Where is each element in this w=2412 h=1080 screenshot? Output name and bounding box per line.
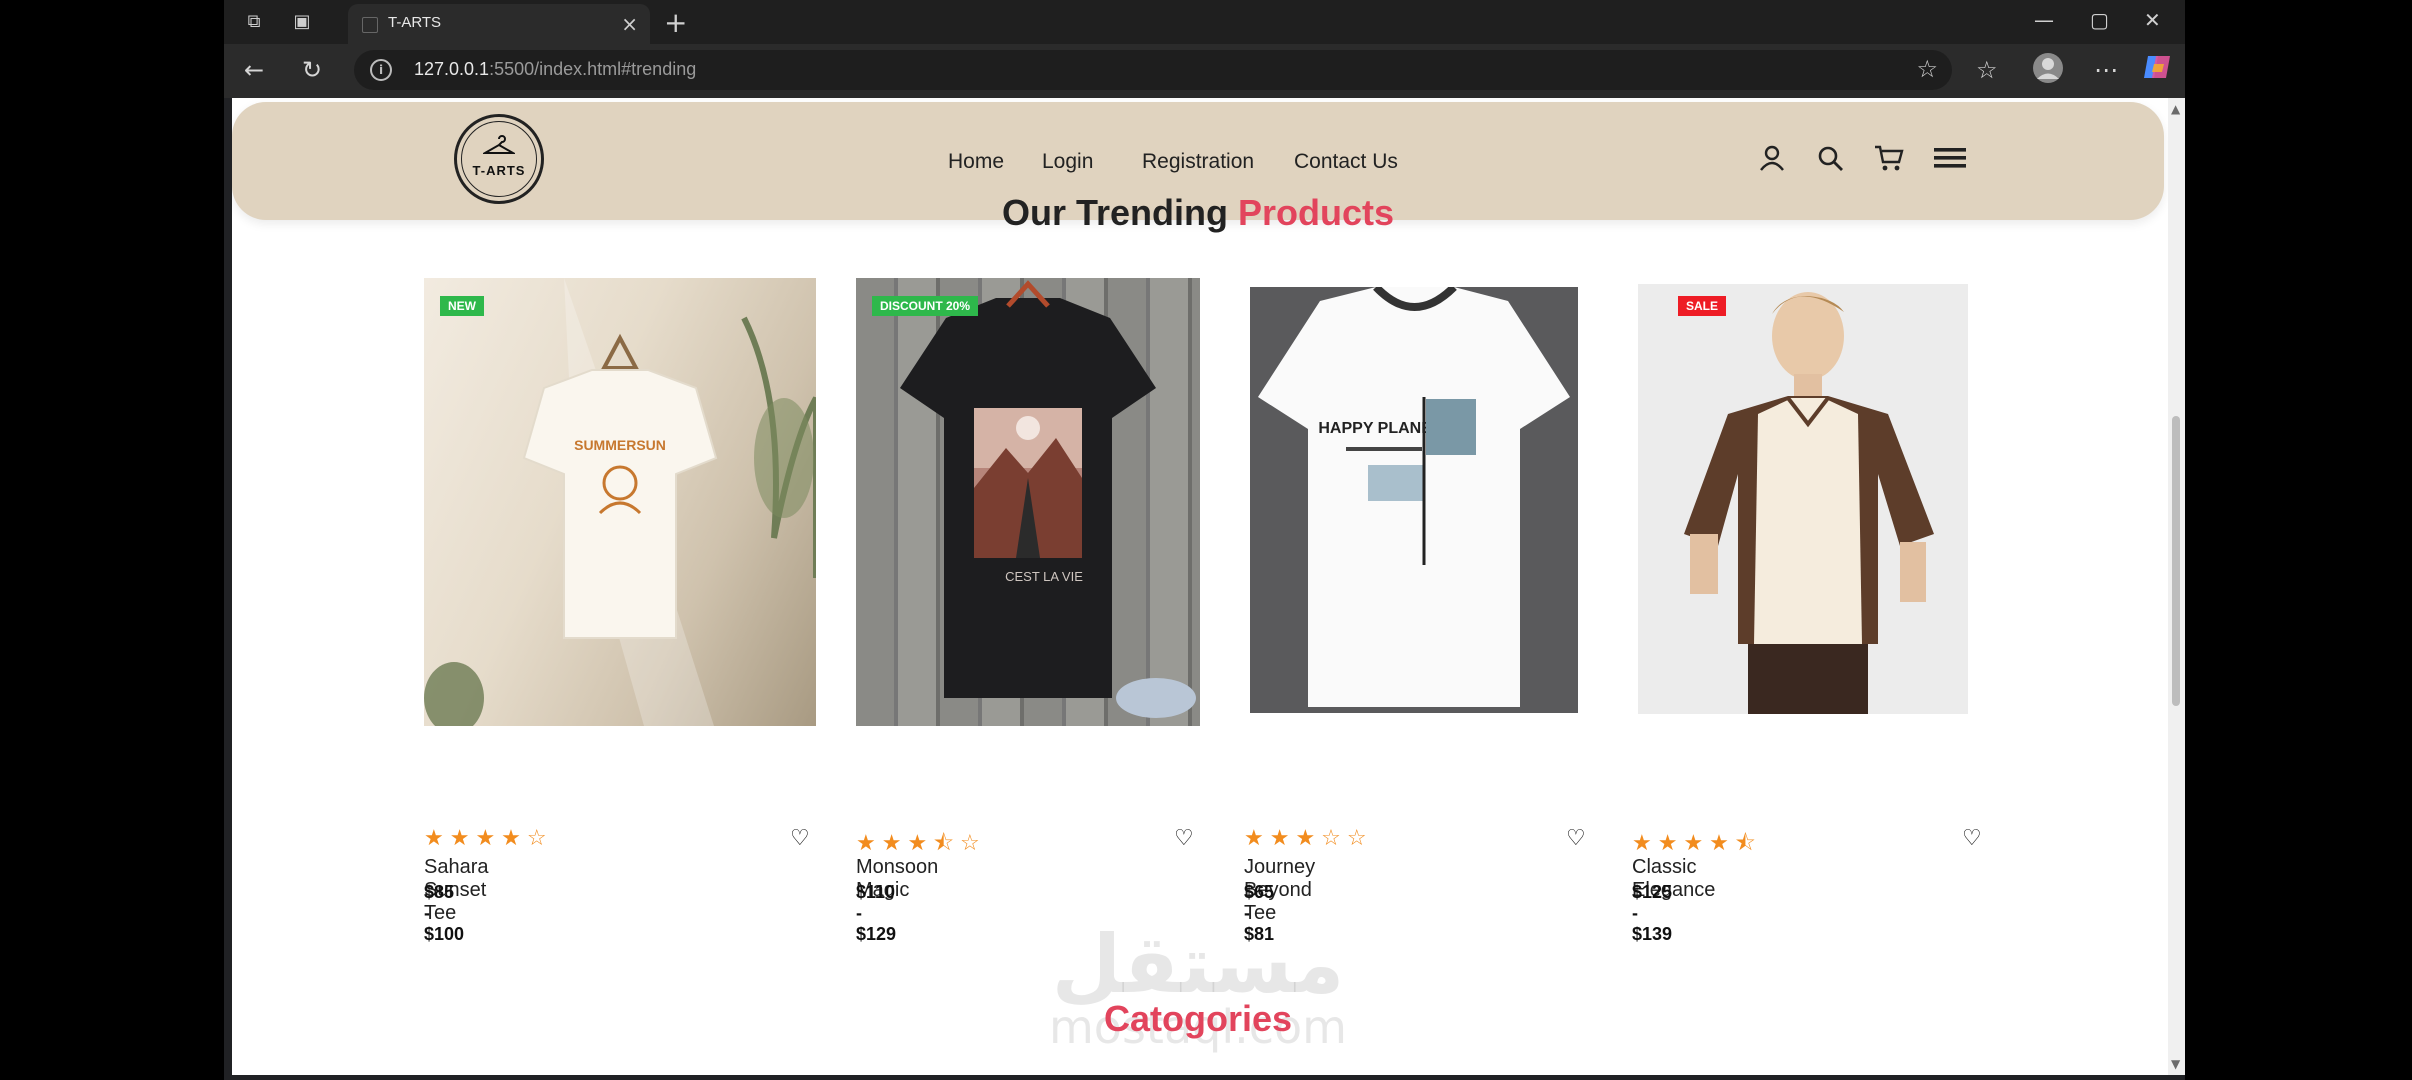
logo-text: T-ARTS: [472, 163, 526, 178]
tab-strip: ⧉ ▣ T-ARTS × + — ▢ ✕: [224, 0, 2185, 44]
tee-print-text: CEST LA VIE: [1005, 569, 1083, 584]
trending-section-title: Our Trending Products: [232, 192, 2164, 234]
nav-login[interactable]: Login: [1042, 150, 1093, 174]
categories-section-title: Catogories: [232, 998, 2164, 1040]
back-icon[interactable]: ←: [244, 56, 264, 84]
refresh-icon[interactable]: ↻: [302, 56, 322, 84]
wishlist-heart-icon[interactable]: ♡: [1174, 826, 1194, 851]
more-menu-icon[interactable]: ⋯: [2094, 56, 2118, 84]
product-image[interactable]: SUMMERSUN NEW: [424, 278, 816, 726]
star-rating: ★★★★☆: [424, 826, 553, 851]
hamburger-menu-icon[interactable]: [1934, 144, 1966, 176]
profile-avatar-icon[interactable]: [2032, 52, 2064, 90]
scroll-thumb[interactable]: [2172, 416, 2180, 706]
close-window-icon[interactable]: ✕: [2144, 8, 2161, 32]
browser-toolbar: ← ↻ i 127.0.0.1:5500/index.html#trending…: [224, 44, 2185, 98]
product-badge: NEW: [440, 296, 484, 316]
minimize-icon[interactable]: —: [2034, 8, 2054, 32]
address-bar[interactable]: i 127.0.0.1:5500/index.html#trending ☆: [354, 50, 1952, 90]
page-scrollbar[interactable]: ▲ ▼: [2168, 98, 2185, 1075]
nav-home[interactable]: Home: [948, 150, 1004, 174]
trending-title-accent: Products: [1238, 192, 1395, 233]
tee-print-text: SUMMERSUN: [574, 437, 666, 453]
restore-icon[interactable]: ▢: [2090, 8, 2109, 32]
favorites-icon[interactable]: ☆: [1976, 56, 1998, 84]
wishlist-heart-icon[interactable]: ♡: [1962, 826, 1982, 851]
url-path: :5500/index.html#trending: [489, 59, 697, 79]
browser-window: ⧉ ▣ T-ARTS × + — ▢ ✕ ← ↻ i 127.0.0.1:550…: [224, 0, 2185, 1080]
copilot-icon[interactable]: [2142, 52, 2172, 88]
nav-contact-us[interactable]: Contact Us: [1294, 150, 1398, 174]
cart-icon[interactable]: [1874, 144, 1904, 176]
scroll-down-arrow-icon[interactable]: ▼: [2171, 1057, 2180, 1071]
user-icon[interactable]: [1758, 144, 1786, 176]
close-tab-icon[interactable]: ×: [621, 12, 638, 36]
product-image[interactable]: HAPPY PLANET: [1250, 287, 1578, 713]
product-image[interactable]: [1638, 284, 1968, 714]
wishlist-heart-icon[interactable]: ♡: [1566, 826, 1586, 851]
product-badge: DISCOUNT 20%: [872, 296, 979, 316]
site-logo[interactable]: T-ARTS: [454, 114, 544, 204]
trending-title-dark: Our Trending: [1001, 192, 1228, 233]
search-icon[interactable]: [1816, 144, 1844, 176]
wishlist-heart-icon[interactable]: ♡: [790, 826, 810, 851]
nav-registration[interactable]: Registration: [1142, 150, 1254, 174]
scroll-up-arrow-icon[interactable]: ▲: [2171, 102, 2180, 116]
active-tab[interactable]: T-ARTS ×: [348, 4, 650, 44]
categories-title: Catogories: [1103, 998, 1293, 1039]
web-page: T-ARTS Home Login Registration Contact U…: [232, 98, 2168, 1075]
hanger-icon: [483, 135, 515, 154]
url-text: 127.0.0.1:5500/index.html#trending: [414, 59, 696, 80]
url-host: 127.0.0.1: [414, 59, 490, 79]
new-tab-icon[interactable]: +: [664, 6, 687, 39]
favorite-star-icon[interactable]: ☆: [1916, 55, 1938, 83]
product-image[interactable]: CEST LA VIE DISCOUNT 20%: [856, 278, 1200, 726]
star-rating: ★★★☆☆: [1244, 826, 1373, 851]
tab-title: T-ARTS: [388, 14, 442, 31]
workspaces-icon[interactable]: ⧉: [242, 10, 266, 34]
tab-favicon-icon: [362, 17, 378, 33]
product-badge: SALE: [1678, 296, 1727, 316]
tab-actions-icon[interactable]: ▣: [290, 10, 314, 34]
site-info-icon[interactable]: i: [370, 59, 392, 81]
